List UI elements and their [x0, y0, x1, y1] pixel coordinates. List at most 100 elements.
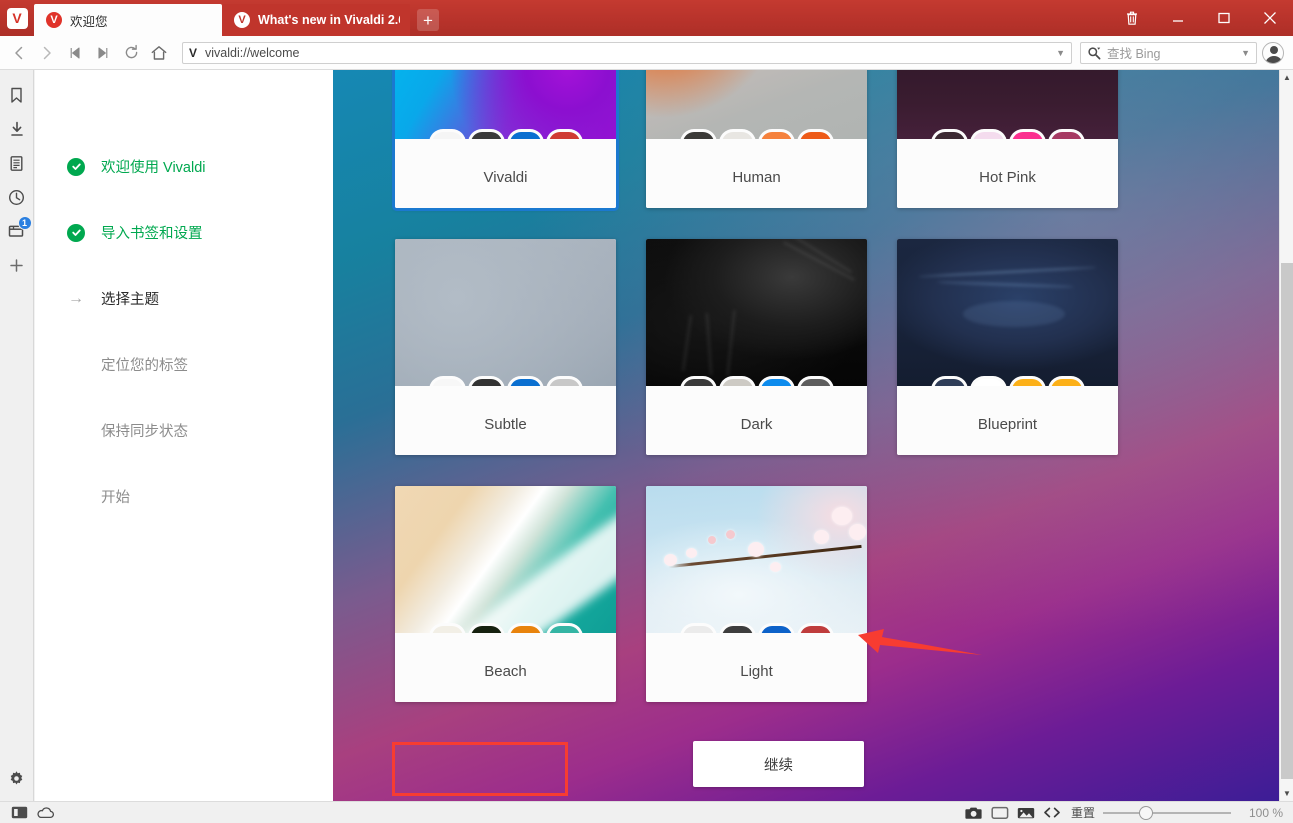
rewind-button[interactable]: [62, 40, 88, 66]
theme-footer: Vivaldi: [395, 139, 616, 208]
sync-status-button[interactable]: [32, 803, 58, 823]
panel-settings-button[interactable]: [2, 761, 32, 795]
forward-button[interactable]: [34, 40, 60, 66]
minimize-icon: [1172, 12, 1184, 24]
theme-name: Subtle: [484, 416, 527, 433]
zoom-slider-knob[interactable]: [1139, 806, 1153, 820]
cloud-icon: [36, 806, 55, 819]
theme-preview-image: [897, 70, 1118, 139]
tab-whats-new[interactable]: V What's new in Vivaldi 2.6 | V: [222, 4, 410, 36]
title-bar: V V 欢迎您 V What's new in Vivaldi 2.6 | V …: [0, 0, 1293, 36]
downloads-icon: [9, 121, 25, 138]
scroll-up-button[interactable]: ▲: [1280, 70, 1293, 85]
url-text: vivaldi://welcome: [205, 46, 1048, 60]
back-button[interactable]: [6, 40, 32, 66]
check-icon: [65, 158, 87, 176]
theme-card-blueprint[interactable]: Blueprint: [897, 239, 1118, 455]
code-icon: [1043, 806, 1061, 819]
fast-forward-button[interactable]: [90, 40, 116, 66]
theme-card-dark[interactable]: Dark: [646, 239, 867, 455]
zoom-slider[interactable]: [1103, 806, 1231, 820]
home-icon: [150, 44, 168, 62]
minimize-button[interactable]: [1155, 3, 1201, 33]
plus-icon: [9, 258, 24, 273]
tab-label: What's new in Vivaldi 2.6 | V: [258, 13, 400, 27]
theme-name: Beach: [484, 663, 527, 680]
panel-downloads-button[interactable]: [2, 112, 32, 146]
theme-card-vivaldi[interactable]: Vivaldi: [395, 70, 616, 208]
theme-preview-image: [897, 239, 1118, 386]
search-field[interactable]: 查找 Bing ▼: [1080, 42, 1257, 64]
forward-arrow-icon: [39, 45, 55, 61]
chevron-down-icon[interactable]: ▼: [1056, 48, 1069, 58]
close-icon: [1263, 11, 1277, 25]
image-icon: [1017, 806, 1035, 820]
fast-forward-icon: [95, 45, 111, 61]
page-scrollbar[interactable]: ▲ ▼: [1279, 70, 1293, 801]
theme-card-subtle[interactable]: Subtle: [395, 239, 616, 455]
continue-row: 继续: [693, 741, 864, 787]
vivaldi-favicon: V: [234, 12, 250, 28]
step-welcome[interactable]: 欢迎使用 Vivaldi: [35, 150, 333, 183]
gear-icon: [8, 770, 25, 787]
step-start[interactable]: 开始: [35, 480, 333, 513]
scrollbar-track[interactable]: [1280, 85, 1293, 786]
developer-tools-button[interactable]: [1039, 803, 1065, 823]
theme-card-hot-pink[interactable]: Hot Pink: [897, 70, 1118, 208]
history-icon: [8, 189, 25, 206]
tiling-button[interactable]: [987, 803, 1013, 823]
panel-add-button[interactable]: [2, 248, 32, 282]
reload-button[interactable]: [118, 40, 144, 66]
step-position-tabs[interactable]: 定位您的标签: [35, 348, 333, 381]
panel-rail: 1: [0, 70, 34, 801]
theme-grid: Vivaldi Human: [395, 70, 1118, 702]
panel-badge-count: 1: [18, 216, 32, 230]
theme-gallery-panel: Vivaldi Human: [333, 70, 1279, 801]
panel-history-button[interactable]: [2, 180, 32, 214]
theme-footer: Hot Pink: [897, 139, 1118, 208]
new-tab-button[interactable]: +: [417, 9, 439, 31]
images-toggle-button[interactable]: [1013, 803, 1039, 823]
chevron-down-icon[interactable]: ▼: [1241, 48, 1254, 58]
capture-page-button[interactable]: [961, 803, 987, 823]
theme-footer: Beach: [395, 633, 616, 702]
scrollbar-thumb[interactable]: [1281, 263, 1293, 779]
theme-name: Dark: [741, 416, 773, 433]
panel-notes-button[interactable]: [2, 146, 32, 180]
panel-bookmarks-button[interactable]: [2, 78, 32, 112]
step-label: 欢迎使用 Vivaldi: [101, 156, 205, 177]
rewind-icon: [67, 45, 83, 61]
plus-icon: +: [423, 12, 433, 29]
zoom-level-value: 100 %: [1241, 806, 1283, 820]
search-input[interactable]: 查找 Bing: [1107, 43, 1235, 62]
theme-name: Vivaldi: [484, 169, 528, 186]
theme-card-beach[interactable]: Beach: [395, 486, 616, 702]
maximize-button[interactable]: [1201, 3, 1247, 33]
tab-strip: V 欢迎您 V What's new in Vivaldi 2.6 | V +: [34, 0, 1109, 36]
theme-card-light[interactable]: Light: [646, 486, 867, 702]
profile-button[interactable]: [1259, 39, 1287, 67]
tab-welcome[interactable]: V 欢迎您: [34, 4, 222, 36]
address-bar[interactable]: V vivaldi://welcome ▼: [182, 42, 1072, 64]
theme-footer: Light: [646, 633, 867, 702]
theme-footer: Subtle: [395, 386, 616, 455]
step-label: 保持同步状态: [101, 420, 188, 441]
theme-preview-image: [646, 486, 867, 633]
vivaldi-menu-button[interactable]: V: [0, 0, 34, 36]
step-choose-theme[interactable]: → 选择主题: [35, 282, 333, 315]
zoom-reset-button[interactable]: 重置: [1071, 804, 1095, 821]
notes-icon: [9, 155, 24, 172]
step-sync[interactable]: 保持同步状态: [35, 414, 333, 447]
theme-card-human[interactable]: Human: [646, 70, 867, 208]
close-button[interactable]: [1247, 3, 1293, 33]
step-label: 定位您的标签: [101, 354, 188, 375]
scroll-down-button[interactable]: ▼: [1280, 786, 1293, 801]
window-controls: [1109, 0, 1293, 36]
step-label: 导入书签和设置: [101, 222, 203, 243]
trash-button[interactable]: [1109, 3, 1155, 33]
panel-toggle-button[interactable]: [6, 803, 32, 823]
panel-window-button[interactable]: 1: [2, 214, 32, 248]
step-import[interactable]: 导入书签和设置: [35, 216, 333, 249]
continue-button[interactable]: 继续: [693, 741, 864, 787]
home-button[interactable]: [146, 40, 172, 66]
